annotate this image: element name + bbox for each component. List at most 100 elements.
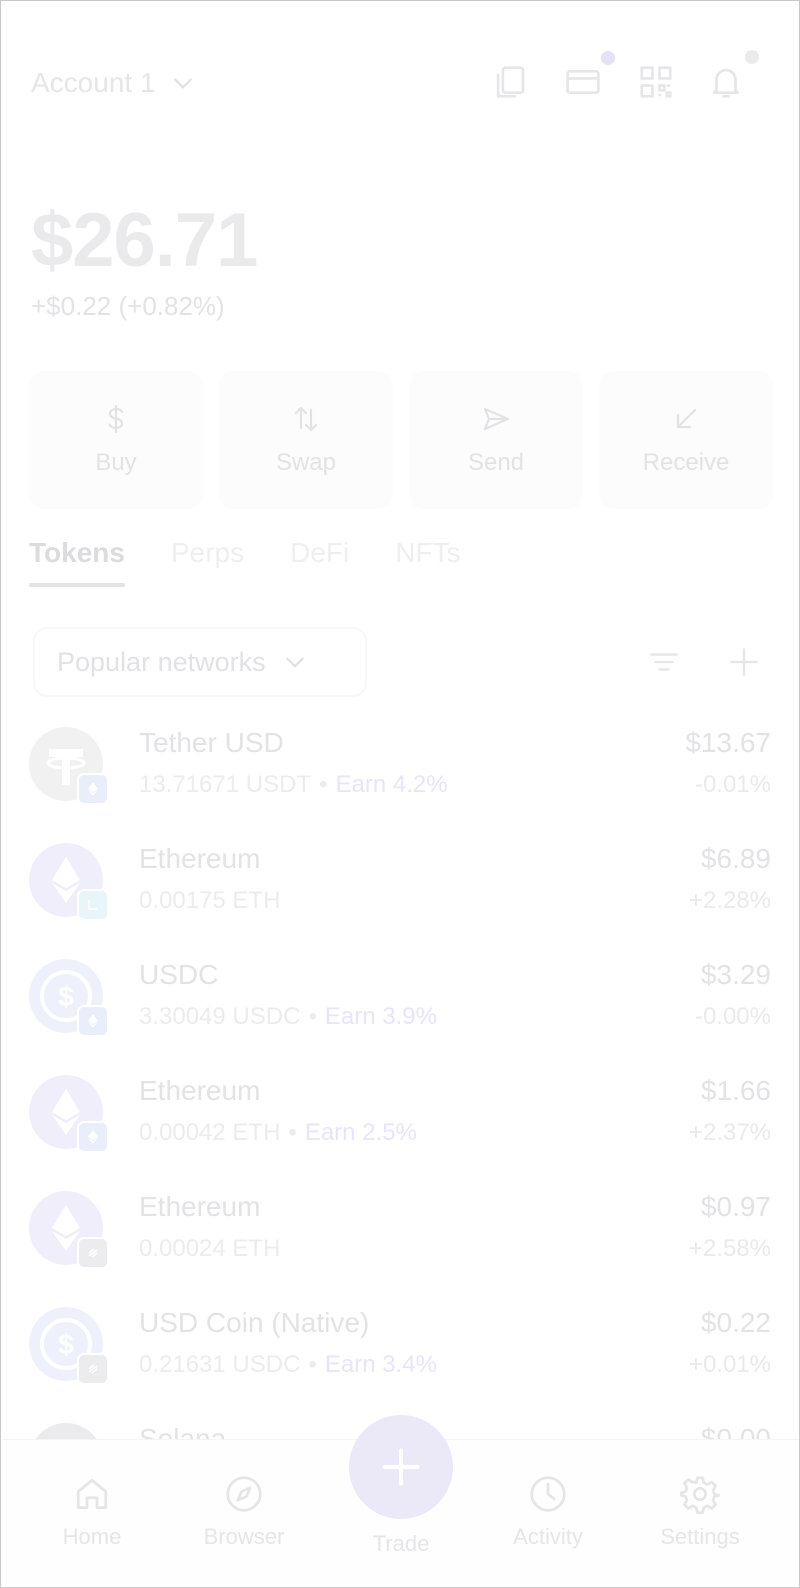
token-row-usdc[interactable]: $ USDC 3.30049 USDC • Earn 3.9% $3.29 -0.0… bbox=[1, 953, 799, 1069]
separator-dot: • bbox=[288, 1119, 297, 1146]
token-amount-line: 3.30049 USDC • Earn 3.9% bbox=[139, 1003, 437, 1031]
receive-button[interactable]: Receive bbox=[599, 371, 773, 509]
swap-button[interactable]: Swap bbox=[219, 371, 393, 509]
nav-trade-label: Trade bbox=[372, 1531, 430, 1556]
token-name: Ethereum bbox=[139, 1075, 261, 1106]
token-row-tether[interactable]: Tether USD 13.71671 USDT • Earn 4.2% $13.6… bbox=[1, 721, 799, 837]
total-balance: $26.71 bbox=[31, 198, 258, 283]
nav-browser[interactable]: Browser bbox=[184, 1474, 304, 1550]
token-change: +2.28% bbox=[688, 887, 771, 914]
ethereum-network-badge-icon bbox=[77, 1121, 109, 1153]
swap-label: Swap bbox=[275, 449, 337, 476]
token-amount: 3.30049 USDC bbox=[139, 1003, 301, 1030]
receive-label: Receive bbox=[642, 449, 730, 476]
network-filter-label: Popular networks bbox=[57, 646, 266, 677]
qr-code-icon[interactable] bbox=[637, 63, 675, 101]
token-change: +2.37% bbox=[688, 1119, 771, 1146]
separator-dot: • bbox=[319, 771, 328, 798]
trade-button[interactable] bbox=[349, 1415, 453, 1519]
earn-link[interactable]: Earn 3.9% bbox=[325, 1003, 437, 1030]
token-value: $13.67 bbox=[685, 727, 771, 758]
svg-text:$: $ bbox=[58, 1329, 74, 1360]
token-amount: 13.71671 USDT bbox=[139, 771, 312, 798]
send-icon bbox=[480, 403, 512, 435]
add-token-icon[interactable] bbox=[727, 645, 761, 679]
token-row-ethereum[interactable]: Ethereum 0.00024 ETH $0.97 +2.58% bbox=[1, 1185, 799, 1301]
separator-dot: • bbox=[308, 1003, 317, 1030]
token-amount-line: 0.00024 ETH bbox=[139, 1235, 280, 1263]
plus-icon bbox=[379, 1445, 423, 1489]
bell-icon[interactable] bbox=[707, 63, 745, 101]
zksync-network-badge-icon bbox=[77, 1237, 109, 1269]
action-buttons: Buy Swap Send Receive bbox=[29, 371, 773, 509]
token-row-usd-coin-native[interactable]: $ USD Coin (Native) 0.21631 USDC • Earn 3.… bbox=[1, 1301, 799, 1417]
home-icon bbox=[72, 1474, 112, 1514]
token-name: Ethereum bbox=[139, 843, 261, 874]
ethereum-network-badge-icon bbox=[77, 773, 109, 805]
token-amount-line: 0.21631 USDC • Earn 3.4% bbox=[139, 1351, 437, 1379]
card-icon[interactable] bbox=[564, 63, 602, 101]
bell-notification-dot bbox=[745, 50, 759, 64]
token-amount: 0.00024 ETH bbox=[139, 1235, 281, 1262]
token-value: $3.29 bbox=[700, 959, 771, 990]
token-row-ethereum[interactable]: Ethereum 0.00042 ETH • Earn 2.5% $1.66 +2.… bbox=[1, 1069, 799, 1185]
ethereum-network-badge-icon bbox=[77, 1005, 109, 1037]
token-name: USD Coin (Native) bbox=[139, 1307, 370, 1338]
linea-network-badge-icon bbox=[77, 889, 109, 921]
buy-button[interactable]: Buy bbox=[29, 371, 203, 509]
clock-icon bbox=[528, 1474, 568, 1514]
dollar-icon bbox=[100, 403, 132, 435]
token-name: Tether USD bbox=[139, 727, 284, 758]
token-change: -0.01% bbox=[694, 771, 771, 798]
token-name: USDC bbox=[139, 959, 219, 990]
svg-text:$: $ bbox=[58, 981, 74, 1012]
account-name: Account 1 bbox=[31, 67, 156, 98]
tab-nfts[interactable]: NFTs bbox=[395, 537, 460, 587]
top-header: Account 1 bbox=[1, 41, 799, 121]
sort-filter-icon[interactable] bbox=[647, 645, 681, 679]
token-value: $0.22 bbox=[700, 1307, 771, 1338]
token-list: Tether USD 13.71671 USDT • Earn 4.2% $13.6… bbox=[1, 721, 799, 1533]
buy-label: Buy bbox=[95, 449, 137, 476]
nav-activity-label: Activity bbox=[513, 1524, 583, 1549]
token-change: -0.00% bbox=[694, 1003, 771, 1030]
balance-change: +$0.22 (+0.82%) bbox=[31, 291, 225, 321]
network-filter-dropdown[interactable]: Popular networks bbox=[33, 627, 367, 697]
nav-browser-label: Browser bbox=[203, 1524, 285, 1549]
nav-home[interactable]: Home bbox=[32, 1474, 152, 1550]
chevron-down-icon bbox=[282, 649, 308, 675]
token-value: $1.66 bbox=[700, 1075, 771, 1106]
tab-perps[interactable]: Perps bbox=[171, 537, 244, 587]
swap-icon bbox=[290, 403, 322, 435]
zksync-network-badge-icon bbox=[77, 1353, 109, 1385]
chevron-down-icon bbox=[170, 70, 196, 96]
compass-icon bbox=[224, 1474, 264, 1514]
token-row-ethereum[interactable]: Ethereum 0.00175 ETH $6.89 +2.28% bbox=[1, 837, 799, 953]
token-change: +2.58% bbox=[688, 1235, 771, 1262]
send-label: Send bbox=[467, 449, 525, 476]
tab-defi[interactable]: DeFi bbox=[290, 537, 349, 587]
receive-icon bbox=[670, 403, 702, 435]
nav-settings[interactable]: Settings bbox=[640, 1474, 760, 1550]
card-notification-dot bbox=[601, 51, 615, 65]
earn-link[interactable]: Earn 2.5% bbox=[305, 1119, 417, 1146]
token-name: Ethereum bbox=[139, 1191, 261, 1222]
copy-icon[interactable] bbox=[491, 63, 529, 101]
account-selector[interactable]: Account 1 bbox=[31, 67, 196, 99]
tab-tokens[interactable]: Tokens bbox=[29, 537, 125, 587]
app-screen: Account 1 $26.71 +$0.22 (+0.82%) Buy Swa… bbox=[0, 0, 800, 1588]
token-value: $6.89 bbox=[700, 843, 771, 874]
token-amount-line: 0.00175 ETH bbox=[139, 887, 280, 915]
token-amount-line: 0.00042 ETH • Earn 2.5% bbox=[139, 1119, 417, 1147]
send-button[interactable]: Send bbox=[409, 371, 583, 509]
earn-link[interactable]: Earn 4.2% bbox=[336, 771, 448, 798]
token-change: +0.01% bbox=[688, 1351, 771, 1378]
nav-activity[interactable]: Activity bbox=[488, 1474, 608, 1550]
asset-tabs: Tokens Perps DeFi NFTs bbox=[29, 537, 461, 587]
token-value: $0.97 bbox=[700, 1191, 771, 1222]
earn-link[interactable]: Earn 3.4% bbox=[325, 1351, 437, 1378]
token-amount: 0.00042 ETH bbox=[139, 1119, 281, 1146]
gear-icon bbox=[680, 1474, 720, 1514]
nav-settings-label: Settings bbox=[660, 1524, 740, 1549]
token-amount-line: 13.71671 USDT • Earn 4.2% bbox=[139, 771, 448, 799]
